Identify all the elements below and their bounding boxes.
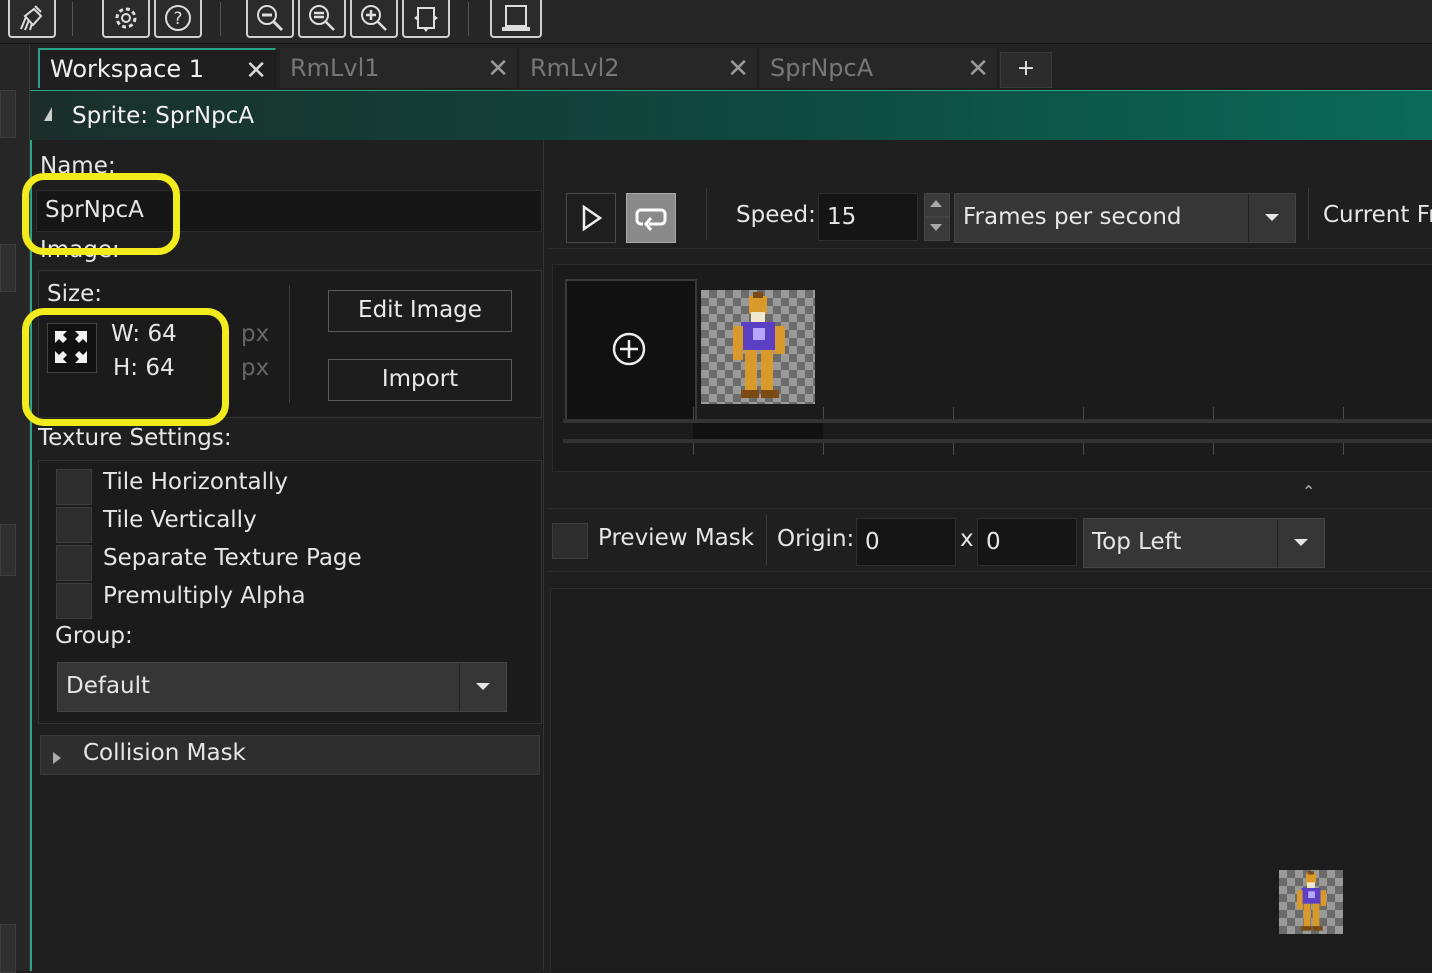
tab-rmlvl2[interactable]: RmLvl2 ✕ — [520, 48, 758, 88]
width-unit: px — [241, 321, 270, 347]
tab-sprnpca[interactable]: SprNpcA ✕ — [760, 48, 998, 88]
tile-vertically-checkbox[interactable] — [56, 507, 92, 543]
name-highlight — [22, 173, 180, 255]
expand-up-icon[interactable]: ⌃ — [1302, 482, 1315, 501]
settings-icon[interactable] — [102, 0, 150, 38]
tab-label: Workspace 1 — [50, 55, 205, 83]
close-icon[interactable]: ✕ — [487, 54, 509, 84]
speed-input[interactable]: 15 — [818, 193, 918, 241]
edit-image-button[interactable]: Edit Image — [328, 290, 512, 332]
speed-up-button[interactable] — [924, 193, 950, 217]
speed-down-button[interactable] — [924, 217, 950, 241]
separate-texture-page-checkbox[interactable] — [56, 545, 92, 581]
editor-title: Sprite: SprNpcA — [72, 103, 255, 129]
chevron-down-icon[interactable] — [1277, 519, 1324, 567]
collision-mask-section[interactable]: Collision Mask — [40, 735, 540, 775]
height-unit: px — [241, 355, 270, 381]
origin-preset-dropdown[interactable]: Top Left — [1083, 518, 1325, 568]
origin-label: Origin: — [777, 526, 855, 552]
tile-horizontally-checkbox[interactable] — [56, 469, 92, 505]
loop-toggle[interactable] — [626, 193, 676, 243]
add-tab-button[interactable]: + — [1000, 52, 1052, 88]
tab-label: RmLvl1 — [290, 54, 380, 82]
tab-workspace-1[interactable]: Workspace 1 ✕ — [38, 48, 276, 88]
speed-unit-value: Frames per second — [963, 204, 1182, 230]
preview-mask-checkbox[interactable] — [552, 523, 588, 559]
help-icon[interactable]: ? — [154, 0, 202, 38]
origin-separator: x — [960, 526, 974, 552]
chevron-down-icon[interactable] — [1248, 194, 1295, 242]
expand-arrow-icon[interactable] — [53, 752, 61, 764]
rail-tab[interactable] — [0, 524, 16, 576]
separate-texture-page-label: Separate Texture Page — [103, 545, 362, 571]
device-icon[interactable] — [490, 0, 542, 38]
group-dropdown[interactable]: Default — [57, 662, 507, 712]
rail-tab[interactable] — [0, 244, 16, 292]
origin-preset-value: Top Left — [1092, 529, 1182, 555]
frame-strip — [552, 264, 1432, 472]
chevron-down-icon[interactable] — [459, 663, 506, 711]
size-highlight — [22, 308, 229, 426]
tab-label: RmLvl2 — [530, 54, 620, 82]
zoom-reset-icon[interactable] — [298, 0, 346, 38]
current-frame-label: Current Fr — [1323, 202, 1432, 228]
editor-header[interactable]: Sprite: SprNpcA — [30, 90, 1432, 140]
rail-tab[interactable] — [0, 924, 16, 973]
document-tab-strip: Workspace 1 ✕ RmLvl1 ✕ RmLvl2 ✕ SprNpcA … — [30, 44, 1432, 88]
sprite-properties-panel: Name: SprNpcA Image: Size: W: 64 H: 64 p… — [22, 140, 544, 971]
speed-label: Speed: — [736, 202, 816, 228]
loop-icon — [635, 208, 667, 231]
zoom-out-icon[interactable] — [246, 0, 294, 38]
clean-icon[interactable] — [8, 0, 56, 38]
main-toolbar: ? — [0, 0, 1432, 44]
close-icon[interactable]: ✕ — [967, 54, 989, 84]
size-label: Size: — [47, 281, 102, 307]
close-icon[interactable]: ✕ — [245, 56, 267, 86]
play-icon — [582, 204, 603, 232]
premultiply-alpha-checkbox[interactable] — [56, 583, 92, 619]
texture-settings-label: Texture Settings: — [38, 425, 232, 451]
npc-sprite-preview-image — [1296, 871, 1327, 931]
tile-vertically-label: Tile Vertically — [103, 507, 257, 533]
tile-horizontally-label: Tile Horizontally — [103, 469, 289, 495]
premultiply-alpha-label: Premultiply Alpha — [103, 583, 306, 609]
origin-y-input[interactable]: 0 — [977, 518, 1077, 566]
texture-settings-group: Tile Horizontally Tile Vertically Separa… — [38, 460, 542, 724]
speed-unit-dropdown[interactable]: Frames per second — [954, 193, 1296, 243]
timeline-marker[interactable] — [693, 423, 823, 439]
frame-thumbnail[interactable] — [701, 290, 815, 404]
collision-mask-label: Collision Mask — [83, 740, 246, 766]
mask-origin-bar: Preview Mask Origin: 0 x 0 Top Left — [548, 508, 1432, 572]
tab-label: SprNpcA — [770, 54, 874, 82]
add-circle-icon — [612, 332, 646, 366]
playback-bar: Speed: 15 Frames per second Current Fr — [548, 180, 1432, 249]
tab-rmlvl1[interactable]: RmLvl1 ✕ — [280, 48, 518, 88]
fit-screen-icon[interactable] — [402, 0, 450, 38]
npc-sprite-image — [733, 292, 785, 398]
origin-x-input[interactable]: 0 — [856, 518, 956, 566]
add-frame-button[interactable] — [565, 279, 697, 421]
sprite-preview — [1279, 870, 1343, 934]
group-value: Default — [66, 673, 151, 699]
svg-text:?: ? — [173, 9, 182, 29]
sprite-canvas[interactable] — [550, 588, 1432, 972]
import-button[interactable]: Import — [328, 359, 512, 401]
close-icon[interactable]: ✕ — [727, 54, 749, 84]
play-button[interactable] — [566, 193, 616, 243]
rail-tab[interactable] — [0, 90, 16, 138]
zoom-in-icon[interactable] — [350, 0, 398, 38]
group-label: Group: — [55, 623, 133, 649]
preview-mask-label: Preview Mask — [598, 525, 755, 551]
frames-panel: Speed: 15 Frames per second Current Fr ⌃… — [548, 140, 1432, 972]
collapse-triangle-icon[interactable] — [44, 107, 52, 121]
